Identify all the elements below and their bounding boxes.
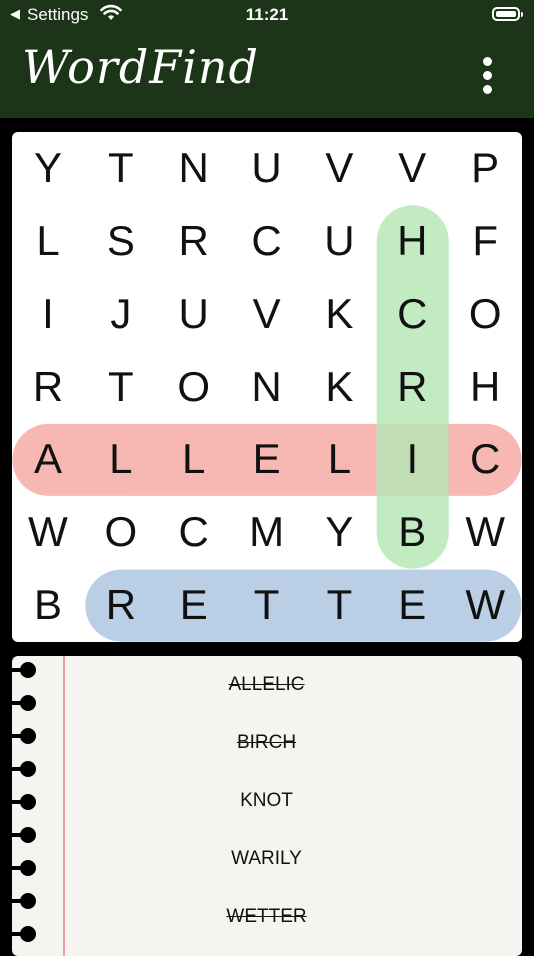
grid-cell[interactable]: B xyxy=(376,496,448,568)
ring-hole xyxy=(12,926,36,942)
grid-cell[interactable]: U xyxy=(231,132,303,204)
word-list-item: ALLELIC xyxy=(228,674,305,695)
grid-cell[interactable]: C xyxy=(376,278,448,350)
grid-cell[interactable]: L xyxy=(158,423,230,495)
status-bar: ◀ Settings 11:21 xyxy=(0,0,534,32)
grid-cell[interactable]: R xyxy=(376,351,448,423)
word-list-item: BIRCH xyxy=(236,732,297,753)
grid-cell[interactable]: A xyxy=(12,423,84,495)
app-header: ◀ Settings 11:21 WordFind xyxy=(0,0,534,118)
grid-cell[interactable]: U xyxy=(303,205,375,277)
grid-cell[interactable]: W xyxy=(449,496,521,568)
ring-hole xyxy=(12,893,36,909)
grid-cell[interactable]: V xyxy=(231,278,303,350)
grid-cell[interactable]: T xyxy=(85,132,157,204)
grid-cell[interactable]: M xyxy=(231,496,303,568)
grid-cell[interactable]: L xyxy=(85,423,157,495)
word-grid[interactable]: YTNUVVPLSRCUHFIJUVKCORTONKRHALLELICWOCMY… xyxy=(12,132,522,642)
grid-cell[interactable]: T xyxy=(231,569,303,641)
grid-cell[interactable]: U xyxy=(158,278,230,350)
grid-cell[interactable]: R xyxy=(12,351,84,423)
grid-cell[interactable]: S xyxy=(85,205,157,277)
ring-hole xyxy=(12,695,36,711)
word-list-item: WETTER xyxy=(226,906,307,927)
grid-cell[interactable]: C xyxy=(449,423,521,495)
more-options-icon[interactable] xyxy=(478,55,498,95)
battery-icon xyxy=(492,7,523,21)
grid-cell[interactable]: I xyxy=(376,423,448,495)
grid-cell[interactable]: T xyxy=(303,569,375,641)
ring-hole xyxy=(12,662,36,678)
grid-cell[interactable]: R xyxy=(85,569,157,641)
grid-cell[interactable]: O xyxy=(158,351,230,423)
grid-cell[interactable]: P xyxy=(449,132,521,204)
ring-hole xyxy=(12,827,36,843)
ring-hole xyxy=(12,860,36,876)
ring-hole xyxy=(12,794,36,810)
grid-cell[interactable]: C xyxy=(158,496,230,568)
word-list: ALLELIC BIRCH KNOT WARILY WETTER xyxy=(12,656,522,956)
word-list-item: KNOT xyxy=(240,790,293,811)
grid-cell[interactable]: W xyxy=(12,496,84,568)
grid-cell[interactable]: W xyxy=(449,569,521,641)
grid-cell[interactable]: Y xyxy=(303,496,375,568)
grid-cell[interactable]: I xyxy=(12,278,84,350)
grid-cell[interactable]: T xyxy=(85,351,157,423)
grid-cell[interactable]: J xyxy=(85,278,157,350)
grid-cell[interactable]: L xyxy=(303,423,375,495)
grid-cell[interactable]: R xyxy=(158,205,230,277)
grid-cell[interactable]: K xyxy=(303,351,375,423)
grid-cell[interactable]: H xyxy=(376,205,448,277)
ring-hole xyxy=(12,761,36,777)
grid-cell[interactable]: Y xyxy=(12,132,84,204)
grid-cell[interactable]: E xyxy=(158,569,230,641)
grid-cell[interactable]: O xyxy=(449,278,521,350)
grid-cell[interactable]: O xyxy=(85,496,157,568)
grid-cell[interactable]: C xyxy=(231,205,303,277)
grid-cell[interactable]: L xyxy=(12,205,84,277)
grid-cell[interactable]: N xyxy=(231,351,303,423)
grid-cell[interactable]: B xyxy=(12,569,84,641)
grid-cell[interactable]: E xyxy=(376,569,448,641)
app-title: WordFind xyxy=(22,40,259,94)
word-list-item: WARILY xyxy=(231,848,302,869)
grid-cell[interactable]: V xyxy=(376,132,448,204)
ring-hole xyxy=(12,728,36,744)
letter-grid: YTNUVVPLSRCUHFIJUVKCORTONKRHALLELICWOCMY… xyxy=(12,132,522,642)
grid-cell[interactable]: E xyxy=(231,423,303,495)
grid-cell[interactable]: K xyxy=(303,278,375,350)
grid-cell[interactable]: V xyxy=(303,132,375,204)
status-time: 11:21 xyxy=(245,5,289,24)
grid-cell[interactable]: H xyxy=(449,351,521,423)
grid-cell[interactable]: F xyxy=(449,205,521,277)
grid-cell[interactable]: N xyxy=(158,132,230,204)
